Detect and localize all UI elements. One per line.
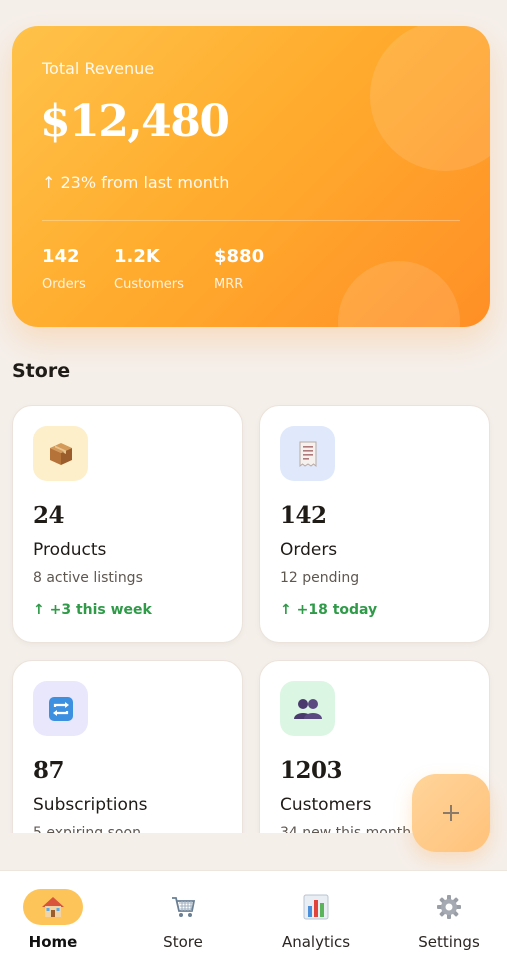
add-button[interactable] [412, 774, 490, 852]
stat-value: 1.2K [114, 246, 160, 267]
card-trend-text: +3 this week [49, 602, 152, 618]
card-metric: 24 [33, 502, 65, 529]
stat-label: Customers [114, 277, 184, 292]
card-trend-text: +18 today [296, 602, 378, 618]
card-subtitle: 12 pending [280, 570, 360, 586]
stat-orders: 142 Orders [42, 246, 86, 292]
card-products[interactable]: 24 Products 8 active listings ↑ +3 this … [12, 405, 243, 643]
revenue-change: ↑ 23% from last month [42, 173, 229, 192]
card-metric: 1203 [280, 757, 343, 784]
home-icon [23, 889, 83, 925]
nav-label: Settings [418, 933, 480, 951]
nav-item-settings[interactable]: Settings [386, 871, 507, 955]
card-title: Subscriptions [33, 795, 148, 815]
card-subscriptions[interactable]: 87 Subscriptions 5 expiring soon [12, 660, 243, 833]
nav-label: Analytics [281, 933, 351, 951]
stat-customers: 1.2K Customers [114, 246, 184, 292]
divider [42, 220, 460, 221]
decorative-circle [338, 261, 460, 327]
revenue-label: Total Revenue [42, 59, 155, 78]
card-subtitle: 34 new this month [280, 825, 412, 833]
card-trend: ↑ +3 this week [33, 602, 152, 618]
card-orders[interactable]: 142 Orders 12 pending ↑ +18 today [259, 405, 490, 643]
card-title: Products [33, 540, 107, 560]
card-title: Orders [280, 540, 338, 560]
stat-value: $880 [214, 246, 265, 267]
stat-value: 142 [42, 246, 80, 267]
users-icon [280, 681, 335, 736]
chart-icon [286, 889, 346, 925]
card-subtitle: 8 active listings [33, 570, 143, 586]
section-title-store: Store [12, 360, 71, 382]
nav-item-analytics[interactable]: Analytics [253, 871, 379, 955]
nav-item-store[interactable]: Store [120, 871, 246, 955]
package-icon [33, 426, 88, 481]
stat-label: Orders [42, 277, 86, 292]
arrow-up-icon: ↑ [280, 602, 292, 618]
arrow-up-icon: ↑ [42, 173, 56, 192]
card-metric: 87 [33, 757, 65, 784]
nav-label: Home [28, 933, 78, 951]
nav-label: Store [163, 933, 203, 951]
card-subtitle: 5 expiring soon [33, 825, 141, 833]
card-trend: ↑ +18 today [280, 602, 377, 618]
receipt-icon [280, 426, 335, 481]
bottom-nav: Home Store Analytics Settings [0, 870, 507, 955]
app-screen: Total Revenue $12,480 ↑ 23% from last mo… [0, 0, 507, 955]
revenue-change-text: 23% from last month [60, 173, 230, 192]
card-metric: 142 [280, 502, 327, 529]
revenue-value: $12,480 [40, 96, 230, 147]
store-cards-scroll[interactable]: 24 Products 8 active listings ↑ +3 this … [0, 395, 507, 833]
nav-item-home[interactable]: Home [0, 871, 116, 955]
stat-label: MRR [214, 277, 244, 292]
cart-icon [153, 889, 213, 925]
decorative-circle [370, 26, 490, 171]
revenue-card[interactable]: Total Revenue $12,480 ↑ 23% from last mo… [12, 26, 490, 327]
gear-icon [419, 889, 479, 925]
arrow-up-icon: ↑ [33, 602, 45, 618]
repeat-icon [33, 681, 88, 736]
stat-mrr: $880 MRR [214, 246, 264, 292]
card-title: Customers [280, 795, 372, 815]
plus-icon [443, 805, 459, 821]
